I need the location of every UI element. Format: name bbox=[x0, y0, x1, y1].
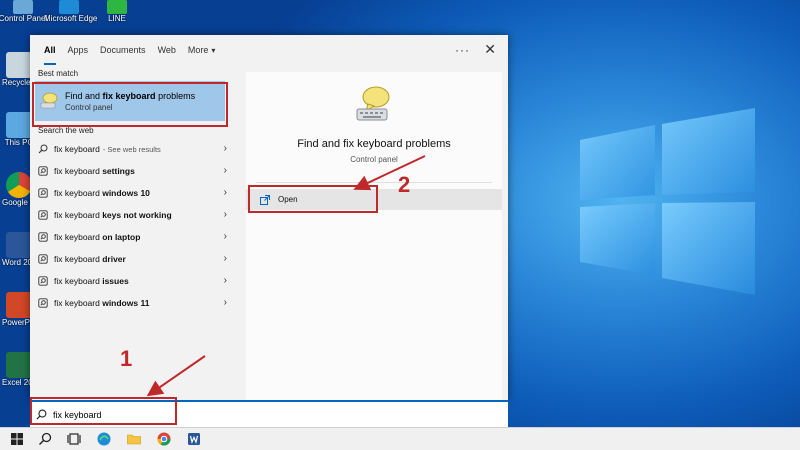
chevron-right-icon: › bbox=[223, 165, 227, 176]
annotation-step-2: 2 bbox=[398, 172, 411, 197]
search-icon bbox=[38, 144, 48, 154]
taskbar bbox=[0, 427, 800, 450]
desktop-icon-control-panel[interactable]: Control Panel bbox=[0, 0, 48, 23]
tab-documents[interactable]: Documents bbox=[94, 35, 152, 67]
web-result-label: fix keyboard driver bbox=[54, 254, 126, 264]
chevron-right-icon: › bbox=[223, 231, 227, 242]
chevron-right-icon: › bbox=[223, 297, 227, 308]
web-result-label: fix keyboard settings bbox=[54, 166, 135, 176]
chevron-right-icon: › bbox=[223, 209, 227, 220]
tab-web[interactable]: Web bbox=[152, 35, 182, 67]
web-result-item[interactable]: fix keyboard issues › bbox=[30, 270, 235, 292]
web-results: fix keyboard - See web results › fix keyboa… bbox=[30, 138, 240, 314]
web-result-label: fix keyboard issues bbox=[54, 276, 129, 286]
web-result-item[interactable]: fix keyboard windows 11 › bbox=[30, 292, 235, 314]
web-result-item[interactable]: fix keyboard windows 10 › bbox=[30, 182, 235, 204]
line-icon bbox=[107, 0, 127, 14]
search-icon[interactable] bbox=[37, 431, 53, 447]
file-explorer-icon[interactable] bbox=[126, 431, 142, 447]
tab-apps-label: Apps bbox=[67, 45, 89, 55]
tab-documents-label: Documents bbox=[100, 45, 146, 55]
tab-apps[interactable]: Apps bbox=[62, 35, 95, 67]
more-options-icon[interactable]: ··· bbox=[455, 43, 470, 57]
web-result-item[interactable]: fix keyboard settings › bbox=[30, 160, 235, 182]
web-result-item[interactable]: fix keyboard driver › bbox=[30, 248, 235, 270]
windows-logo-wallpaper bbox=[580, 108, 755, 295]
web-result-note: - See web results bbox=[102, 144, 161, 154]
tab-more-label: More bbox=[187, 45, 209, 55]
chrome-icon bbox=[6, 172, 32, 198]
web-result-icon bbox=[38, 276, 48, 286]
web-result-label: fix keyboard keys not working bbox=[54, 210, 172, 220]
desktop-icon-line[interactable]: LINE bbox=[92, 0, 142, 23]
desktop-icon-edge[interactable]: Microsoft Edge bbox=[44, 0, 97, 23]
edge-icon bbox=[59, 0, 79, 14]
web-result-item[interactable]: fix keyboard - See web results › bbox=[30, 138, 235, 160]
chevron-right-icon: › bbox=[223, 143, 227, 154]
word-icon bbox=[6, 232, 32, 258]
annotation-box-search bbox=[30, 397, 177, 425]
search-tabs: All Apps Documents Web More ▾ bbox=[30, 35, 508, 67]
annotation-box-open bbox=[248, 185, 378, 213]
web-result-label: fix keyboard on laptop bbox=[54, 232, 141, 242]
word-icon[interactable] bbox=[186, 431, 202, 447]
tab-all-label: All bbox=[44, 45, 56, 55]
web-result-icon bbox=[38, 298, 48, 308]
web-result-icon bbox=[38, 188, 48, 198]
annotation-box-best-match bbox=[32, 82, 228, 127]
web-result-icon bbox=[38, 210, 48, 220]
close-icon[interactable]: ✕ bbox=[484, 41, 496, 58]
chrome-icon[interactable] bbox=[156, 431, 172, 447]
detail-divider bbox=[256, 182, 492, 183]
web-result-icon bbox=[38, 254, 48, 264]
tab-web-label: Web bbox=[157, 45, 176, 55]
web-result-icon bbox=[38, 166, 48, 176]
web-result-item[interactable]: fix keyboard on laptop › bbox=[30, 226, 235, 248]
chevron-right-icon: › bbox=[223, 275, 227, 286]
detail-subtitle: Control panel bbox=[350, 155, 398, 164]
web-result-icon bbox=[38, 232, 48, 242]
task-view-icon[interactable] bbox=[66, 431, 82, 447]
chevron-right-icon: › bbox=[223, 253, 227, 264]
tab-more[interactable]: More ▾ bbox=[182, 35, 222, 67]
detail-title: Find and fix keyboard problems bbox=[297, 138, 451, 150]
web-result-label: fix keyboard bbox=[54, 144, 100, 154]
chevron-right-icon: › bbox=[223, 187, 227, 198]
windows-start-icon[interactable] bbox=[9, 431, 25, 447]
tab-all[interactable]: All bbox=[38, 35, 62, 67]
detail-pane: Find and fix keyboard problems Control p… bbox=[246, 72, 502, 400]
recycle-bin-icon bbox=[6, 52, 32, 78]
edge-icon[interactable] bbox=[96, 431, 112, 447]
powerpoint-icon bbox=[6, 292, 32, 318]
this-pc-icon bbox=[6, 112, 32, 138]
control-panel-icon bbox=[13, 0, 33, 14]
best-match-heading: Best match bbox=[38, 69, 79, 78]
web-result-label: fix keyboard windows 10 bbox=[54, 188, 150, 198]
web-result-item[interactable]: fix keyboard keys not working › bbox=[30, 204, 235, 226]
web-result-label: fix keyboard windows 11 bbox=[54, 298, 150, 308]
keyboard-troubleshooter-large-icon bbox=[356, 86, 390, 121]
excel-icon bbox=[6, 352, 32, 378]
annotation-step-1: 1 bbox=[120, 346, 133, 371]
chevron-down-icon: ▾ bbox=[211, 46, 216, 55]
